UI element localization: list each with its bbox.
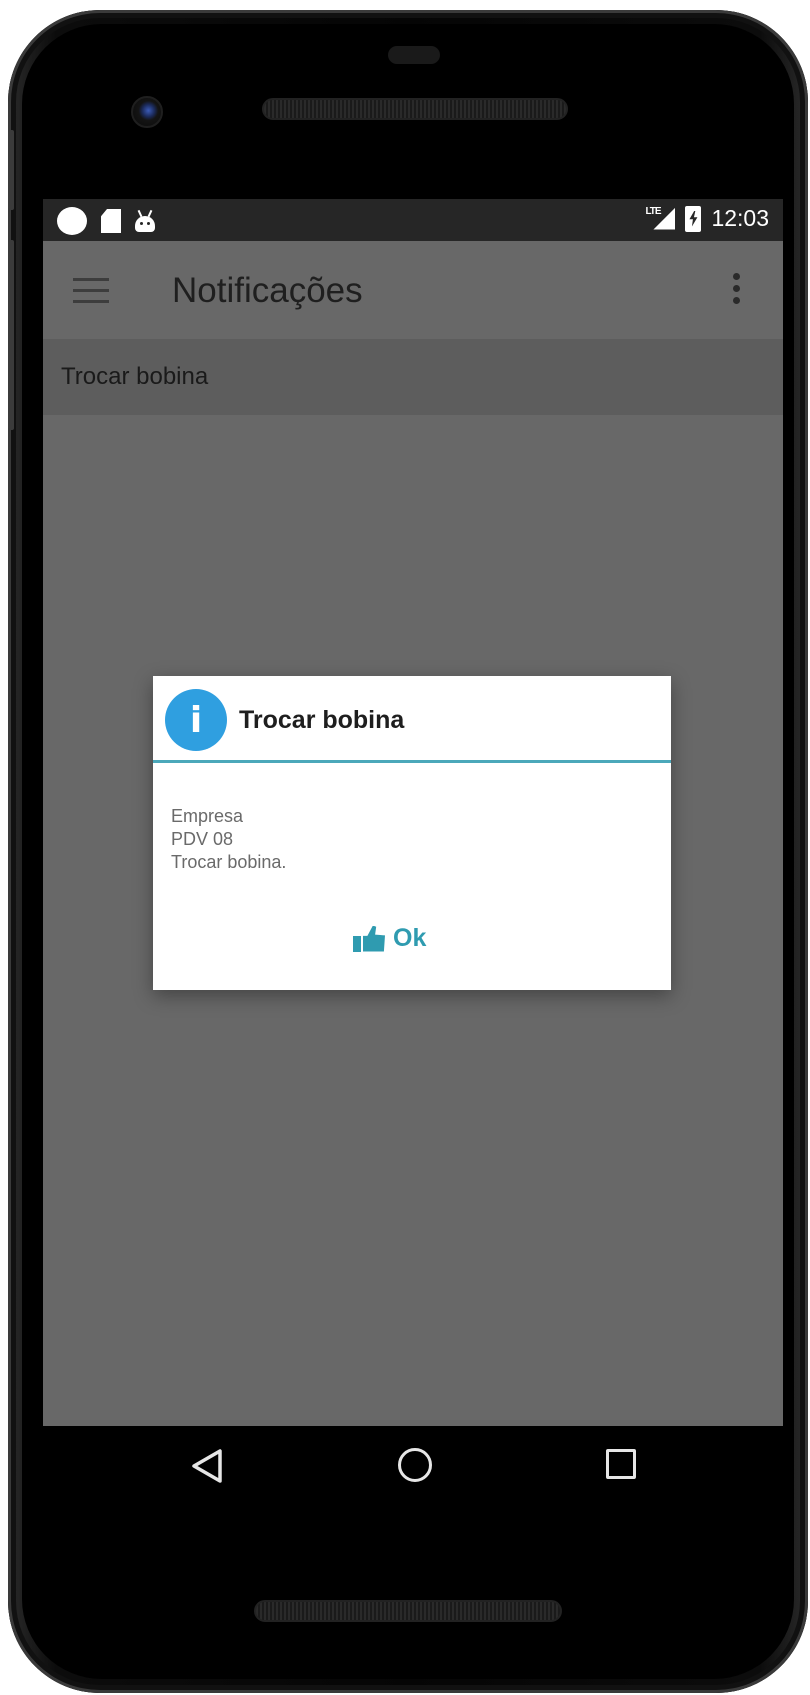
app-bar: Notificações [43, 241, 783, 339]
notification-dialog: i Trocar bobina Empresa PDV 08 Trocar bo… [153, 676, 671, 990]
page-title: Notificações [172, 271, 363, 310]
dialog-message-line: PDV 08 [171, 829, 234, 849]
earpiece-speaker [262, 98, 568, 120]
dialog-message-line: Empresa [171, 806, 244, 826]
ok-button[interactable]: Ok [353, 924, 426, 953]
sd-card-icon [101, 209, 121, 233]
power-button [8, 240, 14, 430]
bottom-speaker [254, 1600, 562, 1622]
dialog-message-line: Trocar bobina. [171, 852, 287, 872]
network-type-label: LTE [645, 205, 661, 217]
status-bar-right: LTE 12:03 [645, 205, 769, 232]
hamburger-menu-icon[interactable] [73, 278, 109, 304]
recents-square-icon[interactable] [606, 1449, 636, 1479]
navigation-bar [43, 1426, 783, 1512]
dialog-message: Empresa PDV 08 Trocar bobina. [171, 805, 286, 874]
status-bar-left [57, 207, 155, 235]
battery-charging-icon [685, 205, 702, 232]
home-circle-icon[interactable] [398, 1448, 432, 1482]
dialog-header: i Trocar bobina [153, 676, 671, 763]
front-camera-icon [131, 96, 163, 128]
list-item-label: Trocar bobina [61, 363, 209, 390]
info-icon: i [165, 689, 227, 751]
status-bar: LTE 12:03 [43, 199, 783, 241]
list-item[interactable]: Trocar bobina [43, 339, 783, 415]
ok-button-label: Ok [393, 924, 427, 952]
android-debug-icon [135, 209, 155, 232]
lte-signal-icon: LTE [645, 205, 676, 232]
dialog-title: Trocar bobina [239, 706, 405, 734]
back-triangle-icon[interactable] [190, 1448, 224, 1484]
notification-circle-icon [57, 207, 87, 235]
volume-button [8, 130, 14, 210]
device-screen: LTE 12:03 Notificações Trocar bobina i T… [43, 199, 783, 1426]
status-time: 12:03 [711, 205, 769, 231]
proximity-sensor [388, 46, 440, 64]
thumbs-up-icon [353, 925, 385, 952]
more-vert-icon[interactable] [733, 273, 741, 309]
